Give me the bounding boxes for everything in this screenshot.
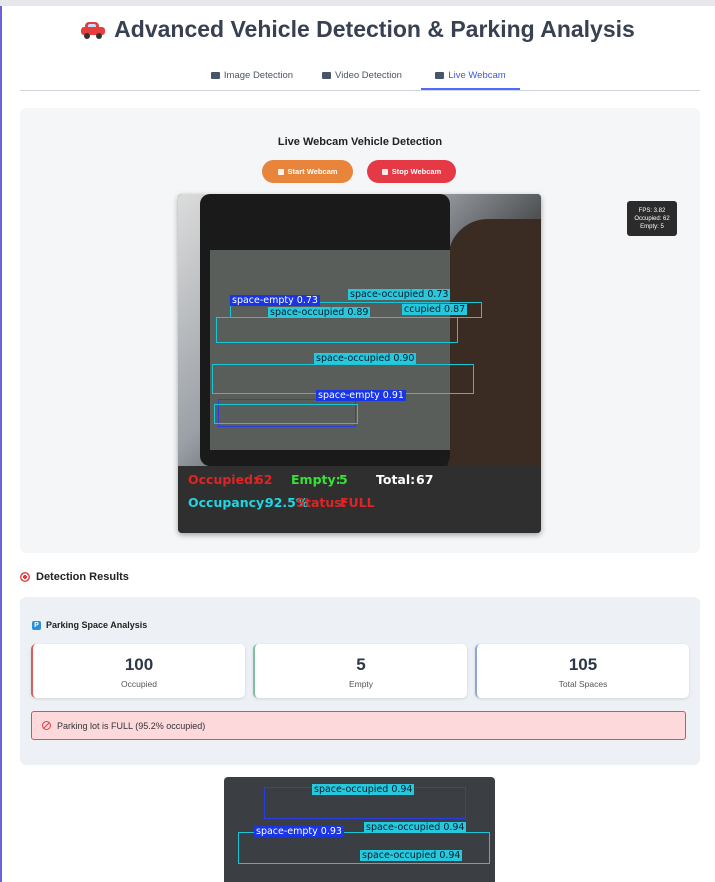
detection-box xyxy=(216,317,458,343)
tab-bar: Image Detection Video Detection Live Web… xyxy=(20,62,700,91)
occupied-caption: Occupied xyxy=(121,679,157,689)
occupied-count: 100 xyxy=(124,655,154,674)
page-title: Advanced Vehicle Detection & Parking Ana… xyxy=(114,16,635,42)
parking-analysis-panel: P Parking Space Analysis 100 Occupied 5 … xyxy=(20,597,700,765)
camera-frame: space-empty 0.73 space-occupied 0.73 spa… xyxy=(178,194,541,466)
header: Advanced Vehicle Detection & Parking Ana… xyxy=(0,16,715,43)
tab-live-webcam[interactable]: Live Webcam xyxy=(421,62,520,90)
stop-webcam-label: Stop Webcam xyxy=(391,167,442,176)
detection-label: space-occupied 0.73 xyxy=(348,289,451,300)
section-title: Parking Space Analysis xyxy=(46,620,148,630)
status-value: FULL xyxy=(340,495,375,510)
parking-icon: P xyxy=(32,620,41,630)
detection-label: space-occupied 0.90 xyxy=(314,353,417,364)
status-alert: Parking lot is FULL (95.2% occupied) xyxy=(31,711,686,740)
tab-image-detection[interactable]: Image Detection xyxy=(206,62,298,88)
empty-value: 5 xyxy=(339,472,348,487)
detection-label: space-empty 0.93 xyxy=(254,826,344,837)
stop-icon xyxy=(381,168,388,175)
webcam-panel: Live Webcam Vehicle Detection Start Webc… xyxy=(20,108,700,553)
car-icon xyxy=(80,20,106,39)
webcam-video-feed: space-empty 0.73 space-occupied 0.73 spa… xyxy=(178,194,541,533)
tab-label: Video Detection xyxy=(335,69,402,81)
results-heading-text: Detection Results xyxy=(36,571,129,583)
window-edge xyxy=(0,6,2,882)
total-label: Total: xyxy=(376,472,416,487)
tab-video-detection[interactable]: Video Detection xyxy=(316,62,408,88)
detection-label: ccupied 0.87 xyxy=(402,304,468,315)
camera-person xyxy=(448,219,541,466)
start-webcam-button[interactable]: Start Webcam xyxy=(262,160,353,183)
target-icon xyxy=(20,572,30,582)
occupancy-label: Occupancy: xyxy=(188,495,270,510)
stop-webcam-button[interactable]: Stop Webcam xyxy=(367,160,456,183)
occupied-value: 62 xyxy=(255,472,273,487)
empty-label: Empty: xyxy=(291,472,341,487)
total-count: 105 xyxy=(568,655,598,674)
start-webcam-label: Start Webcam xyxy=(287,167,338,176)
fps-badge: FPS: 3.82 Occupied: 62 Empty: 5 xyxy=(627,201,677,236)
camera-icon xyxy=(277,168,284,175)
total-caption: Total Spaces xyxy=(558,679,608,689)
webcam-heading: Live Webcam Vehicle Detection xyxy=(277,136,443,148)
detection-label: space-occupied 0.94 xyxy=(360,850,463,861)
empty-caption: Empty xyxy=(348,679,374,689)
detection-label: space-empty 0.73 xyxy=(230,295,320,306)
detection-results-heading: Detection Results xyxy=(20,571,129,583)
total-card: 105 Total Spaces xyxy=(475,644,689,698)
browser-top-strip xyxy=(0,0,715,6)
empty-count: 5 xyxy=(356,655,366,674)
image-icon xyxy=(210,71,220,79)
total-value: 67 xyxy=(416,472,434,487)
detection-label: space-occupied 0.89 xyxy=(268,307,371,318)
webcam-icon xyxy=(435,71,445,79)
video-icon xyxy=(322,71,332,79)
no-entry-icon xyxy=(42,721,51,730)
parking-analysis-title: P Parking Space Analysis xyxy=(32,620,147,630)
fps-occupied-text: Occupied: 62 xyxy=(634,215,670,222)
alert-text: Parking lot is FULL (95.2% occupied) xyxy=(57,720,206,731)
detection-label: space-empty 0.91 xyxy=(316,390,406,401)
fps-text: FPS: 3.82 xyxy=(638,207,666,214)
detection-label: space-occupied 0.94 xyxy=(312,784,415,795)
detection-label: space-occupied 0.94 xyxy=(364,822,467,833)
detection-result-image: space-occupied 0.94 space-empty 0.93 spa… xyxy=(224,777,495,882)
detection-box xyxy=(214,404,358,424)
tab-label: Live Webcam xyxy=(448,69,506,81)
webcam-stats-overlay: Occupied: 62 Empty: 5 Total: 67 Occupanc… xyxy=(178,466,541,533)
occupied-card: 100 Occupied xyxy=(31,644,245,698)
empty-card: 5 Empty xyxy=(253,644,467,698)
occupied-label: Occupied: xyxy=(188,472,259,487)
tab-label: Image Detection xyxy=(223,69,294,81)
fps-empty-text: Empty: 5 xyxy=(640,223,664,230)
